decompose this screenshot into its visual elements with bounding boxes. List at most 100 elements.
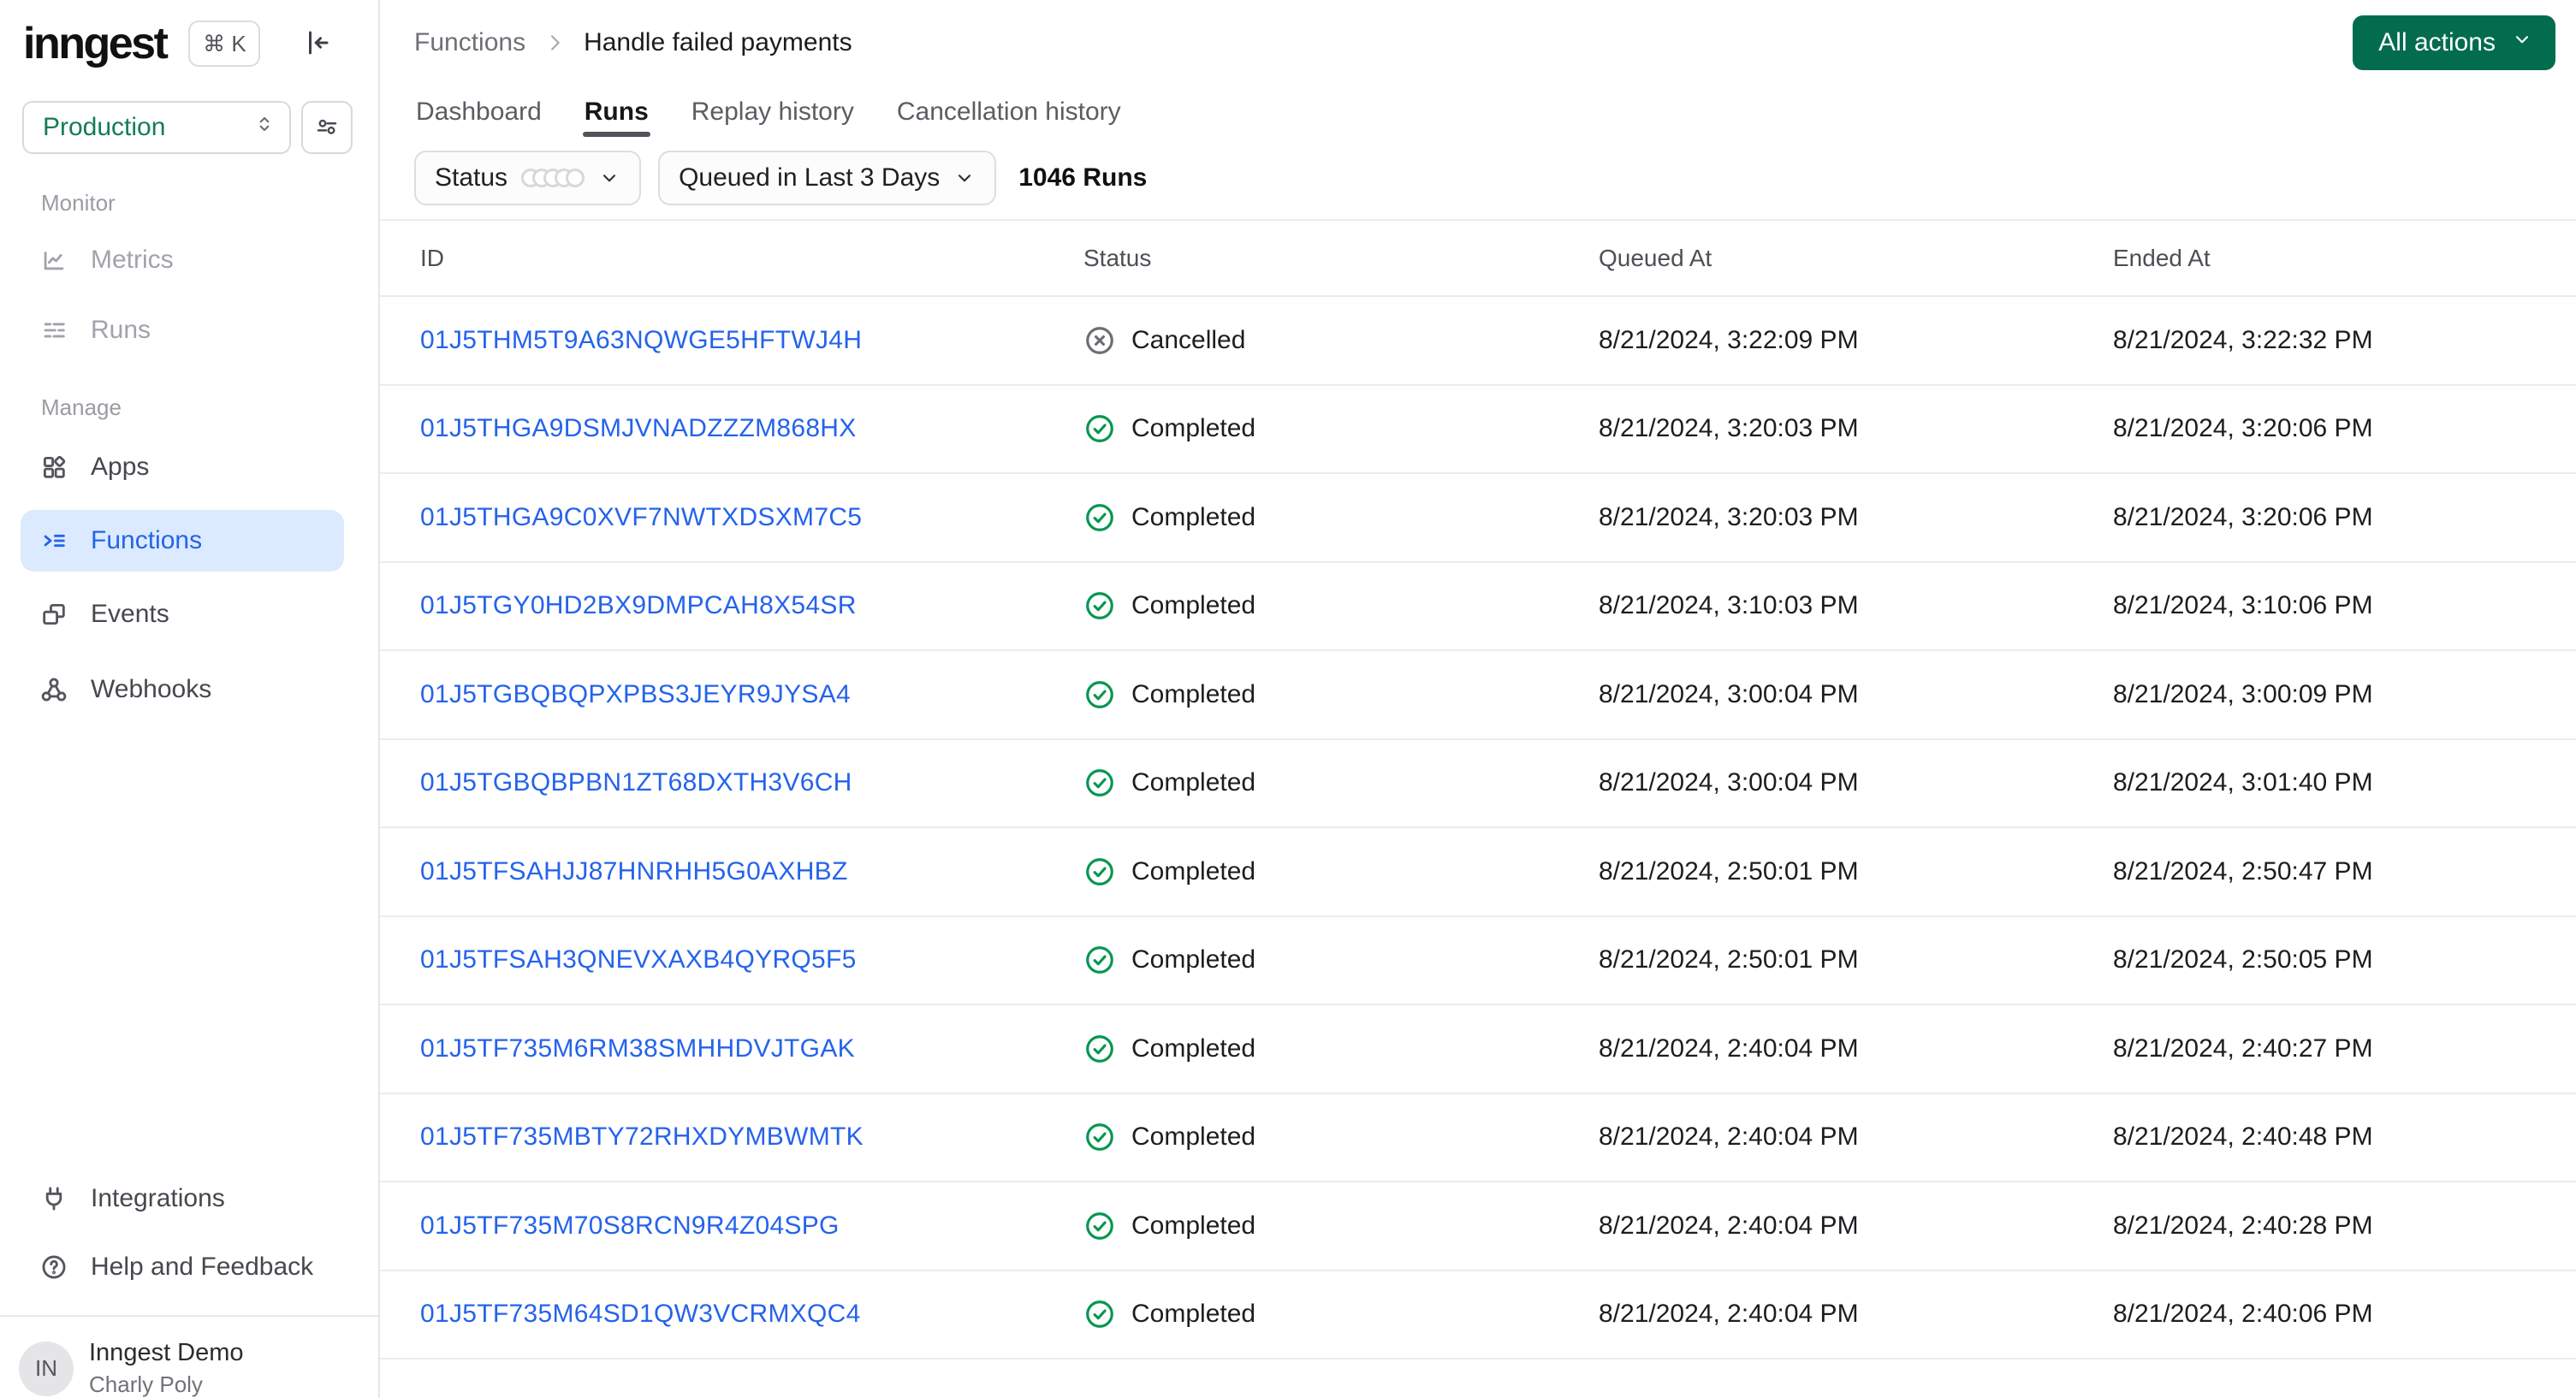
sidebar-item-runs[interactable]: Runs bbox=[0, 295, 378, 365]
chevron-down-icon bbox=[2511, 28, 2533, 57]
runs-count: 1046 Runs bbox=[1018, 163, 1148, 192]
tab-dashboard[interactable]: Dashboard bbox=[414, 86, 543, 137]
queued-at-cell: 8/21/2024, 3:20:03 PM bbox=[1599, 502, 1859, 531]
run-status-cell: Completed bbox=[1083, 1298, 1599, 1330]
table-row: 01J5TF735M6RM38SMHHDVJTGAK Completed 8/2… bbox=[380, 1005, 2576, 1094]
plug-icon bbox=[39, 1184, 68, 1213]
tab-label: Replay history bbox=[691, 98, 854, 126]
status-label: Completed bbox=[1131, 1300, 1256, 1329]
run-id-link[interactable]: 01J5TF735M64SD1QW3VCRMXQC4 bbox=[420, 1300, 861, 1328]
queued-at-cell: 8/21/2024, 3:20:03 PM bbox=[1599, 414, 1859, 443]
ended-at-cell: 8/21/2024, 3:01:40 PM bbox=[2113, 768, 2373, 797]
tab-runs[interactable]: Runs bbox=[582, 86, 650, 137]
run-status-cell: Completed bbox=[1083, 589, 1599, 622]
command-k-shortcut[interactable]: ⌘ K bbox=[188, 21, 261, 67]
completed-icon bbox=[1083, 589, 1116, 622]
run-status-cell: Cancelled bbox=[1083, 324, 1599, 357]
sidebar-footer: Integrations Help and Feedback IN Innges… bbox=[0, 1164, 378, 1398]
run-id-link[interactable]: 01J5THGA9DSMJVNADZZZM868HX bbox=[420, 414, 857, 442]
run-id-cell: 01J5TFSAH3QNEVXAXB4QYRQ5F5 bbox=[420, 945, 1083, 974]
sidebar-item-integrations[interactable]: Integrations bbox=[0, 1164, 378, 1233]
run-id-cell: 01J5THM5T9A63NQWGE5HFTWJ4H bbox=[420, 326, 1083, 355]
all-actions-button[interactable]: All actions bbox=[2353, 15, 2555, 70]
queued-at-cell: 8/21/2024, 3:22:09 PM bbox=[1599, 325, 1859, 354]
completed-icon bbox=[1083, 767, 1116, 799]
completed-icon bbox=[1083, 678, 1116, 711]
run-id-link[interactable]: 01J5TGBQBPBN1ZT68DXTH3V6CH bbox=[420, 768, 852, 797]
sidebar-item-metrics[interactable]: Metrics bbox=[0, 225, 378, 295]
run-id-link[interactable]: 01J5THM5T9A63NQWGE5HFTWJ4H bbox=[420, 326, 862, 354]
ended-at-cell: 8/21/2024, 2:50:47 PM bbox=[2113, 856, 2373, 886]
run-id-cell: 01J5THGA9DSMJVNADZZZM868HX bbox=[420, 414, 1083, 443]
tab-label: Runs bbox=[584, 98, 649, 126]
status-label: Completed bbox=[1131, 1211, 1256, 1240]
sliders-icon bbox=[314, 114, 340, 142]
collapse-sidebar-icon bbox=[301, 27, 332, 61]
tab-replay-history[interactable]: Replay history bbox=[690, 86, 856, 137]
environment-settings-button[interactable] bbox=[301, 101, 353, 154]
status-label: Completed bbox=[1131, 1034, 1256, 1063]
run-id-link[interactable]: 01J5TF735MBTY72RHXDYMBWMTK bbox=[420, 1123, 864, 1151]
table-row: 01J5THGA9C0XVF7NWTXDSXM7C5 Completed 8/2… bbox=[380, 474, 2576, 563]
completed-icon bbox=[1083, 1121, 1116, 1153]
run-id-link[interactable]: 01J5TF735M6RM38SMHHDVJTGAK bbox=[420, 1034, 855, 1063]
queued-at-cell: 8/21/2024, 3:00:04 PM bbox=[1599, 768, 1859, 797]
ended-at-cell: 8/21/2024, 3:20:06 PM bbox=[2113, 414, 2373, 443]
queued-at-cell: 8/21/2024, 3:10:03 PM bbox=[1599, 591, 1859, 620]
run-id-link[interactable]: 01J5TF735M70S8RCN9R4Z04SPG bbox=[420, 1211, 840, 1240]
sidebar: inngest ⌘ K Production Monitor Metrics R… bbox=[0, 0, 380, 1398]
queued-at-cell: 8/21/2024, 2:40:04 PM bbox=[1599, 1211, 1859, 1240]
table-row: 01J5TFSAH3QNEVXAXB4QYRQ5F5 Completed 8/2… bbox=[380, 917, 2576, 1005]
run-id-link[interactable]: 01J5TFSAH3QNEVXAXB4QYRQ5F5 bbox=[420, 945, 857, 974]
runs-table: ID Status Queued At Ended At 01J5THM5T9A… bbox=[380, 219, 2576, 1359]
completed-icon bbox=[1083, 944, 1116, 976]
ended-at-cell: 8/21/2024, 3:22:32 PM bbox=[2113, 325, 2373, 354]
run-id-link[interactable]: 01J5TGY0HD2BX9DMPCAH8X54SR bbox=[420, 591, 857, 619]
events-windows-icon bbox=[39, 600, 68, 629]
status-label: Completed bbox=[1131, 414, 1256, 443]
account-info: Inngest Demo Charly Poly bbox=[89, 1339, 244, 1398]
tab-cancellation-history[interactable]: Cancellation history bbox=[895, 86, 1123, 137]
environment-row: Production bbox=[22, 101, 378, 154]
section-label-monitor: Monitor bbox=[41, 190, 116, 216]
environment-select[interactable]: Production bbox=[22, 101, 291, 154]
status-dots-icon bbox=[521, 169, 585, 187]
run-id-link[interactable]: 01J5TFSAHJJ87HNRHH5G0AXHBZ bbox=[420, 857, 848, 886]
run-id-cell: 01J5TF735M64SD1QW3VCRMXQC4 bbox=[420, 1300, 1083, 1329]
collapse-sidebar-button[interactable] bbox=[301, 27, 332, 61]
sidebar-item-events[interactable]: Events bbox=[0, 577, 378, 652]
sidebar-item-label: Functions bbox=[91, 526, 203, 554]
sidebar-item-apps[interactable]: Apps bbox=[0, 429, 378, 505]
status-label: Completed bbox=[1131, 945, 1256, 974]
status-filter-button[interactable]: Status bbox=[414, 151, 642, 205]
cancelled-icon bbox=[1083, 324, 1116, 357]
status-label: Completed bbox=[1131, 679, 1256, 708]
time-range-filter-button[interactable]: Queued in Last 3 Days bbox=[658, 151, 997, 205]
chevron-right-icon bbox=[543, 31, 567, 55]
completed-icon bbox=[1083, 412, 1116, 445]
ended-at-cell: 8/21/2024, 2:40:06 PM bbox=[2113, 1300, 2373, 1329]
run-id-cell: 01J5TGBQBQPXPBS3JEYR9JYSA4 bbox=[420, 680, 1083, 709]
section-label-manage: Manage bbox=[41, 394, 122, 420]
queued-at-cell: 8/21/2024, 2:50:01 PM bbox=[1599, 856, 1859, 886]
run-id-link[interactable]: 01J5TGBQBQPXPBS3JEYR9JYSA4 bbox=[420, 680, 851, 708]
run-id-link[interactable]: 01J5THGA9C0XVF7NWTXDSXM7C5 bbox=[420, 503, 862, 531]
app-root: inngest ⌘ K Production Monitor Metrics R… bbox=[0, 0, 2576, 1398]
sidebar-item-webhooks[interactable]: Webhooks bbox=[0, 652, 378, 727]
run-status-cell: Completed bbox=[1083, 412, 1599, 445]
sidebar-item-functions[interactable]: Functions bbox=[21, 510, 344, 572]
inngest-logo: inngest bbox=[23, 19, 169, 68]
account-org-name: Inngest Demo bbox=[89, 1339, 244, 1366]
breadcrumb-functions-link[interactable]: Functions bbox=[414, 28, 525, 57]
run-status-cell: Completed bbox=[1083, 678, 1599, 711]
ended-at-cell: 8/21/2024, 2:40:28 PM bbox=[2113, 1211, 2373, 1240]
run-status-cell: Completed bbox=[1083, 1121, 1599, 1153]
breadcrumb-current-page: Handle failed payments bbox=[584, 28, 852, 56]
avatar: IN bbox=[19, 1341, 74, 1396]
sidebar-item-label: Metrics bbox=[91, 246, 174, 274]
sidebar-item-help-feedback[interactable]: Help and Feedback bbox=[0, 1233, 378, 1301]
table-row: 01J5THM5T9A63NQWGE5HFTWJ4H Cancelled 8/2… bbox=[380, 297, 2576, 386]
run-id-cell: 01J5TGY0HD2BX9DMPCAH8X54SR bbox=[420, 591, 1083, 620]
table-row: 01J5TGBQBPBN1ZT68DXTH3V6CH Completed 8/2… bbox=[380, 740, 2576, 828]
account-menu[interactable]: IN Inngest Demo Charly Poly bbox=[0, 1317, 378, 1398]
